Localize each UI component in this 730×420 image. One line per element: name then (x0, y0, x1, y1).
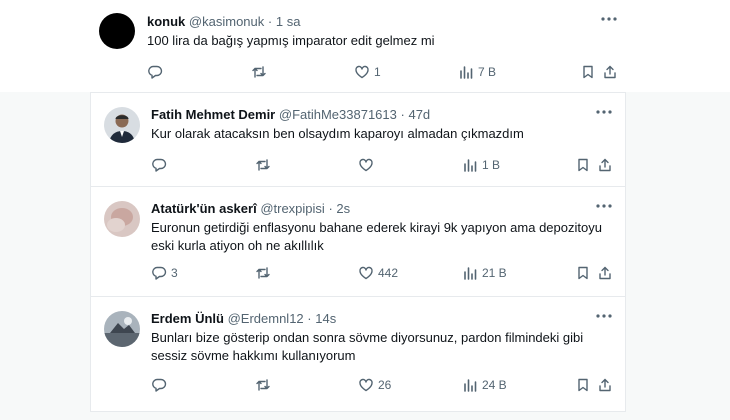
tweet[interactable]: Atatürk'ün askerî @trexpipisi · 2s Euron… (90, 187, 626, 297)
retweet-icon (256, 159, 270, 171)
views-icon (464, 379, 477, 392)
retweet-icon (252, 66, 266, 78)
like-button[interactable]: 1 (354, 63, 381, 81)
bookmark-icon (583, 65, 593, 79)
bookmark-icon (578, 266, 588, 280)
retweet-button[interactable] (255, 264, 275, 282)
views-button[interactable]: 1 B (462, 156, 500, 174)
tweet-header: Fatih Mehmet Demir @FatihMe33871613 · 47… (151, 107, 430, 123)
reply-icon (152, 266, 167, 280)
bookmark-icon (578, 378, 588, 392)
bookmark-button[interactable] (580, 63, 596, 81)
reply-count: 3 (171, 266, 178, 280)
view-count: 7 B (478, 65, 497, 79)
tweet[interactable]: konuk @kasimonuk · 1 sa 100 lira da bağı… (85, 0, 630, 92)
tweet-header: konuk @kasimonuk · 1 sa (147, 14, 300, 30)
views-icon (460, 66, 473, 79)
user-name[interactable]: Erdem Ünlü (151, 311, 224, 326)
tweet-header: Erdem Ünlü @Erdemnl12 · 14s (151, 311, 336, 327)
retweet-button[interactable] (255, 376, 275, 394)
avatar[interactable] (99, 13, 135, 49)
view-count: 1 B (482, 158, 501, 172)
like-button[interactable]: 26 (358, 376, 391, 394)
share-button[interactable] (597, 264, 613, 282)
retweet-button[interactable] (251, 63, 271, 81)
share-button[interactable] (597, 156, 613, 174)
bookmark-icon (578, 158, 588, 172)
more-icon[interactable] (600, 14, 618, 24)
tweet-actions: 1 7 B (147, 63, 618, 81)
share-icon (604, 65, 616, 79)
reply-button[interactable]: 3 (151, 264, 178, 282)
share-button[interactable] (597, 376, 613, 394)
tweet-actions: 3 442 21 B (151, 264, 613, 282)
views-icon (464, 159, 477, 172)
like-count: 1 (374, 65, 381, 79)
views-button[interactable]: 7 B (458, 63, 496, 81)
heart-icon (355, 65, 369, 79)
user-name[interactable]: Fatih Mehmet Demir (151, 107, 275, 122)
bookmark-button[interactable] (575, 264, 591, 282)
avatar[interactable] (104, 311, 140, 347)
user-handle[interactable]: @FatihMe33871613 (279, 107, 397, 122)
user-name[interactable]: konuk (147, 14, 185, 29)
timestamp[interactable]: 47d (408, 107, 430, 122)
like-button[interactable] (358, 156, 378, 174)
reply-button[interactable] (151, 156, 171, 174)
separator-dot: · (267, 14, 273, 29)
reply-icon (152, 158, 167, 172)
separator-dot: · (400, 107, 405, 122)
user-name[interactable]: Atatürk'ün askerî (151, 201, 257, 216)
more-icon[interactable] (595, 107, 613, 117)
tweet-actions: 1 B (151, 156, 613, 174)
retweet-icon (256, 379, 270, 391)
reply-icon (152, 378, 167, 392)
timestamp[interactable]: 1 sa (276, 14, 301, 29)
like-count: 26 (378, 378, 392, 392)
tweet-text: Kur olarak atacaksın ben olsaydım kaparo… (151, 126, 524, 141)
bookmark-button[interactable] (575, 156, 591, 174)
timestamp[interactable]: 14s (315, 311, 336, 326)
share-icon (599, 378, 611, 392)
more-icon[interactable] (595, 311, 613, 321)
reply-button[interactable] (147, 63, 167, 81)
tweet-actions: 26 24 B (151, 376, 613, 394)
tweet[interactable]: Erdem Ünlü @Erdemnl12 · 14s Bunları bize… (90, 297, 626, 412)
like-count: 442 (378, 266, 399, 280)
separator-dot: · (328, 201, 333, 216)
views-button[interactable]: 21 B (462, 264, 507, 282)
avatar[interactable] (104, 107, 140, 143)
more-icon[interactable] (595, 201, 613, 211)
share-icon (599, 158, 611, 172)
reply-icon (148, 65, 163, 79)
tweet-text: Euronun getirdiği enflasyonu bahane eder… (151, 220, 602, 253)
bookmark-button[interactable] (575, 376, 591, 394)
like-button[interactable]: 442 (358, 264, 398, 282)
avatar[interactable] (104, 201, 140, 237)
reply-button[interactable] (151, 376, 171, 394)
retweet-button[interactable] (255, 156, 275, 174)
share-button[interactable] (602, 63, 618, 81)
view-count: 24 B (482, 378, 507, 392)
heart-icon (359, 158, 373, 172)
retweet-icon (256, 267, 270, 279)
share-icon (599, 266, 611, 280)
heart-icon (359, 378, 373, 392)
tweet-header: Atatürk'ün askerî @trexpipisi · 2s (151, 201, 350, 217)
views-icon (464, 267, 477, 280)
user-handle[interactable]: @Erdemnl12 (228, 311, 304, 326)
tweet-text: 100 lira da bağış yapmış imparator edit … (147, 33, 435, 48)
tweet[interactable]: Fatih Mehmet Demir @FatihMe33871613 · 47… (90, 92, 626, 187)
user-handle[interactable]: @kasimonuk (189, 14, 264, 29)
timestamp[interactable]: 2s (336, 201, 350, 216)
user-handle[interactable]: @trexpipisi (260, 201, 325, 216)
view-count: 21 B (482, 266, 507, 280)
heart-icon (359, 266, 373, 280)
views-button[interactable]: 24 B (462, 376, 507, 394)
tweet-text: Bunları bize gösterip ondan sonra sövme … (151, 330, 584, 363)
separator-dot: · (307, 311, 312, 326)
